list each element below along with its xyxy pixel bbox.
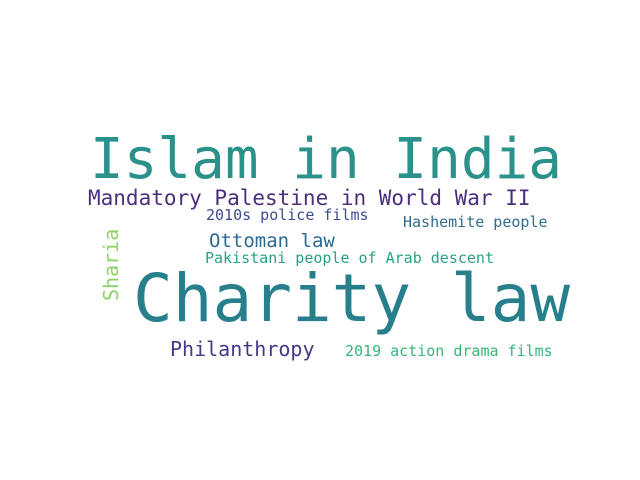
word-hashemite-people: Hashemite people — [403, 213, 548, 231]
word-sharia: Sharia — [99, 228, 123, 301]
word-2010s-police-films: 2010s police films — [206, 206, 369, 224]
word-2019-action-drama-films: 2019 action drama films — [345, 342, 553, 360]
word-charity-law: Charity law — [133, 260, 571, 337]
word-philanthropy: Philanthropy — [170, 337, 315, 361]
word-islam-in-india: Islam in India — [90, 127, 563, 192]
word-cloud-canvas: Islam in India Mandatory Palestine in Wo… — [0, 0, 640, 480]
